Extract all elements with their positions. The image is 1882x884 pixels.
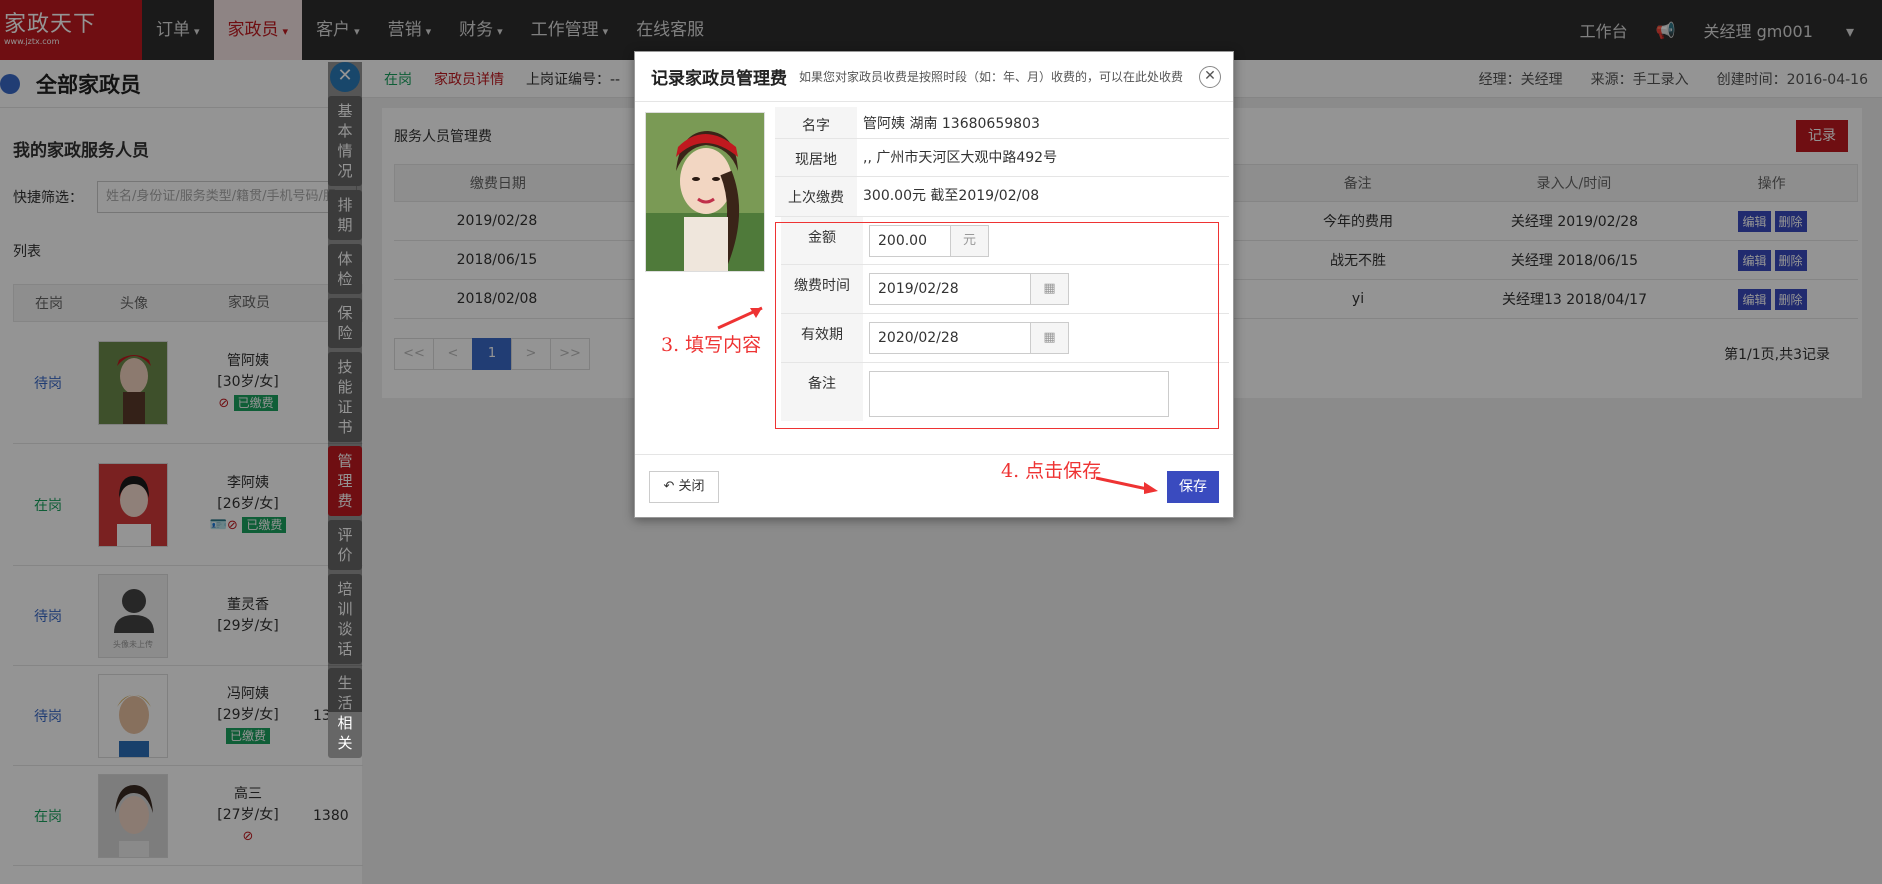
tab-checkup[interactable]: 体检 <box>328 244 362 294</box>
name-value: 管阿姨 湖南 13680659803 <box>863 116 1040 132</box>
annotation-step4: 4. 点击保存 <box>1001 460 1102 482</box>
tab-basic-info[interactable]: 基本情况 <box>328 96 362 186</box>
tab-skill-cert[interactable]: 技能证书 <box>328 352 362 442</box>
save-button[interactable]: 保存 <box>1167 471 1219 503</box>
close-icon[interactable]: ✕ <box>1199 66 1221 88</box>
tab-label: 技能证书 <box>337 358 353 436</box>
modal-title: 记录家政员管理费 <box>651 69 787 89</box>
tab-label: 生活相关 <box>337 674 353 752</box>
tab-management-fee[interactable]: 管理费 <box>328 446 362 516</box>
tab-insurance[interactable]: 保险 <box>328 298 362 348</box>
modal-subtitle: 如果您对家政员收费是按照时段（如：年、月）收费的，可以在此处收费 <box>799 70 1184 84</box>
close-button[interactable]: ↶ 关闭 <box>649 471 719 503</box>
field-label: 上次缴费 <box>775 177 857 216</box>
close-button-label: 关闭 <box>678 479 705 494</box>
arrow-icon <box>1095 476 1158 494</box>
tab-schedule[interactable]: 排期 <box>328 190 362 240</box>
arrow-icon <box>717 306 763 330</box>
portrait-image <box>646 113 764 271</box>
tab-label: 基本情况 <box>337 102 353 180</box>
vertical-tabs: ✕ 基本情况 排期 体检 保险 技能证书 管理费 评价 培训谈话 生活相关 <box>328 62 362 762</box>
close-icon[interactable]: ✕ <box>330 62 360 92</box>
tab-label: 评价 <box>337 526 353 564</box>
tab-training[interactable]: 培训谈话 <box>328 574 362 664</box>
last-payment-value: 300.00元 截至2019/02/08 <box>863 188 1040 204</box>
address-value: ,, 广州市天河区大观中路492号 <box>863 150 1058 166</box>
tab-label: 保险 <box>337 304 353 342</box>
tab-label: 体检 <box>337 250 353 288</box>
field-label: 现居地 <box>775 139 857 176</box>
fee-modal: 记录家政员管理费 如果您对家政员收费是按照时段（如：年、月）收费的，可以在此处收… <box>634 51 1234 518</box>
tab-review[interactable]: 评价 <box>328 520 362 570</box>
tab-label: 管理费 <box>337 452 353 510</box>
tab-label: 培训谈话 <box>337 580 353 658</box>
tab-label: 排期 <box>337 196 353 234</box>
worker-photo <box>645 112 765 272</box>
field-label: 名字 <box>775 107 857 138</box>
tab-life[interactable]: 生活相关 <box>328 668 362 758</box>
undo-icon: ↶ <box>663 479 675 494</box>
highlight-box <box>775 222 1219 429</box>
